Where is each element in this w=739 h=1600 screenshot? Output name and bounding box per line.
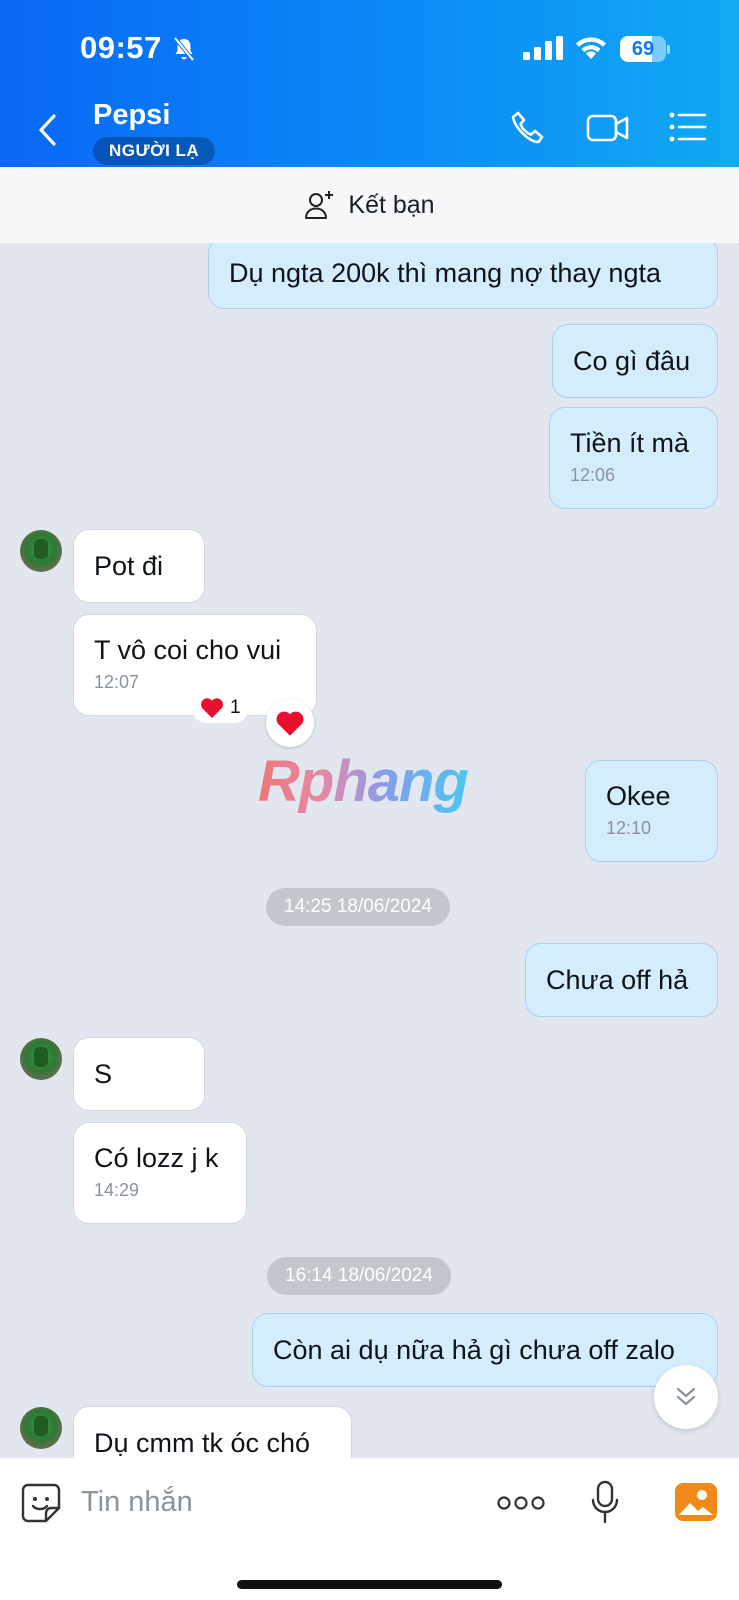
contact-avatar[interactable] (20, 1038, 62, 1080)
message-list[interactable]: Dụ ngta 200k thì mang nợ thay ngta Co gì… (0, 243, 739, 1458)
message-bubble-sent[interactable]: Dụ ngta 200k thì mang nợ thay ngta (208, 243, 718, 309)
cellular-signal-icon (523, 36, 563, 60)
message-text: Còn ai dụ nữa hả gì chưa off zalo (273, 1335, 675, 1365)
message-text: Dụ cmm tk óc chó (94, 1428, 311, 1458)
date-separator: 14:25 18/06/2024 (266, 888, 450, 926)
sticker-icon[interactable] (20, 1482, 62, 1524)
more-options-icon[interactable] (497, 1494, 545, 1512)
double-chevron-down-icon (676, 1387, 696, 1406)
message-bubble-received[interactable]: Có lozz j k 14:29 (73, 1122, 247, 1224)
message-input-bar: Tin nhắn (0, 1458, 739, 1600)
react-heart-button[interactable] (266, 699, 314, 747)
add-friend-label: Kết bạn (348, 190, 435, 219)
message-bubble-received[interactable]: Dụ cmm tk óc chó (73, 1406, 352, 1458)
message-text: Tiền ít mà (570, 428, 690, 458)
message-text: Có lozz j k (94, 1143, 219, 1173)
microphone-icon[interactable] (590, 1480, 620, 1524)
message-time: 12:10 (606, 818, 652, 838)
message-text: S (94, 1059, 113, 1089)
message-time: 12:06 (570, 465, 616, 485)
add-friend-icon (305, 191, 334, 219)
phone-call-icon[interactable] (509, 110, 547, 148)
video-call-icon[interactable] (586, 110, 630, 146)
message-bubble-sent[interactable]: Chưa off hả (525, 943, 718, 1017)
message-text: T vô coi cho vui (94, 635, 282, 665)
message-bubble-sent[interactable]: Co gì đâu (552, 324, 718, 398)
message-text: Pot đi (94, 551, 164, 581)
message-text: Co gì đâu (573, 346, 691, 376)
message-bubble-sent[interactable]: Okee 12:10 (585, 760, 718, 862)
message-input[interactable]: Tin nhắn (81, 1486, 193, 1519)
silent-bell-icon (173, 36, 195, 62)
heart-icon (276, 711, 304, 736)
message-time: 12:07 (94, 672, 140, 692)
home-indicator (237, 1580, 502, 1589)
date-separator: 16:14 18/06/2024 (267, 1257, 451, 1295)
message-time: 14:29 (94, 1180, 140, 1200)
heart-icon (201, 698, 223, 718)
message-bubble-received[interactable]: Pot đi (73, 529, 205, 603)
chat-header: 09:57 69 Pepsi NGƯỜI LẠ (0, 0, 739, 167)
contact-name[interactable]: Pepsi (93, 99, 170, 132)
battery-nub (667, 45, 670, 54)
message-text: Dụ ngta 200k thì mang nợ thay ngta (229, 258, 661, 288)
message-bubble-received[interactable]: S (73, 1037, 205, 1111)
contact-avatar[interactable] (20, 530, 62, 572)
reaction-count: 1 (230, 697, 241, 718)
add-friend-bar[interactable]: Kết bạn (0, 167, 739, 243)
battery-percent: 69 (631, 38, 655, 60)
menu-list-icon[interactable] (669, 110, 707, 144)
message-text: Okee (606, 781, 671, 811)
contact-avatar[interactable] (20, 1407, 62, 1449)
message-bubble-sent[interactable]: Còn ai dụ nữa hả gì chưa off zalo (252, 1313, 718, 1387)
wifi-icon (576, 37, 606, 59)
message-text: Chưa off hả (546, 965, 689, 995)
stranger-badge: NGƯỜI LẠ (93, 137, 216, 165)
back-arrow-icon[interactable] (36, 113, 60, 147)
reaction-summary[interactable]: 1 (192, 693, 249, 723)
battery-indicator: 69 (620, 36, 670, 62)
message-bubble-sent[interactable]: Tiền ít mà 12:06 (549, 407, 718, 509)
image-gallery-icon[interactable] (675, 1483, 717, 1521)
watermark: Rphang (258, 749, 469, 814)
status-time: 09:57 (80, 30, 162, 65)
scroll-to-bottom-button[interactable] (654, 1365, 718, 1429)
